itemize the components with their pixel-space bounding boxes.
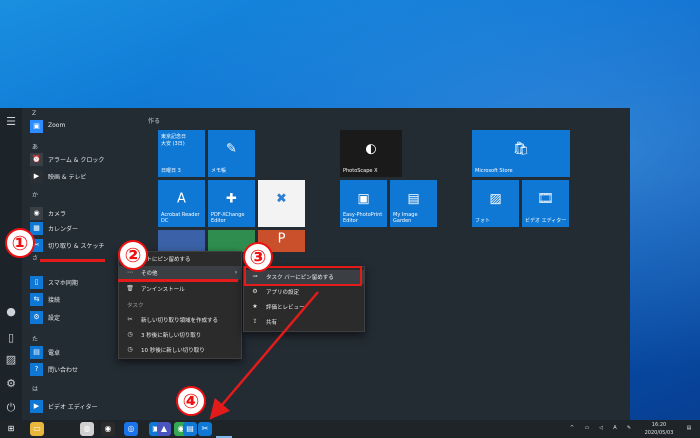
taskbar-app-3[interactable]: ◎ [124,422,138,436]
taskbar-app-7[interactable]: ▤ [183,422,197,436]
taskbar-app-5[interactable]: ▲ [157,422,171,436]
taskbar: ⊞ ▭ ◍ ◉ ◎ ▣ ▲ ◉ ▤ ✂ ^ ▭ ◁ A ✎ 16:20 2020/05/03 ▤ [0,420,700,438]
taskbar-snip-sketch[interactable]: ✂ [198,422,212,436]
clock-time[interactable]: 16:20 [640,422,678,428]
volume-icon[interactable]: ◁ [596,425,606,431]
pen-icon[interactable]: ✎ [624,425,634,431]
taskbar-file-explorer[interactable]: ▭ [30,422,44,436]
ime-icon[interactable]: A [610,425,620,431]
taskbar-app-1[interactable]: ◍ [80,422,94,436]
notification-icon[interactable]: ▤ [683,425,695,431]
tray-chevron-icon[interactable]: ^ [567,425,577,431]
taskbar-app-2[interactable]: ◉ [101,422,115,436]
clock-date[interactable]: 2020/05/03 [640,430,678,436]
start-button[interactable]: ⊞ [4,422,18,436]
network-icon[interactable]: ▭ [582,425,592,431]
arrow-annotation [209,291,319,420]
